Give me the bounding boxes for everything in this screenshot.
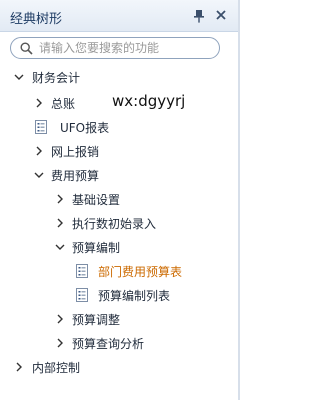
- chevron-right-icon[interactable]: [34, 98, 44, 108]
- chevron-right-icon[interactable]: [55, 338, 65, 348]
- tree-item-ufo-report[interactable]: UFO报表: [0, 116, 240, 138]
- tree-item-budget-query-analysis[interactable]: 预算查询分析: [0, 332, 240, 354]
- tree-item-online-reimbursement[interactable]: 网上报销: [0, 140, 240, 162]
- tree-item-expense-budget[interactable]: 费用预算: [0, 164, 240, 186]
- search-input[interactable]: [39, 39, 214, 57]
- tree-item-label: 网上报销: [51, 145, 100, 159]
- tree-item-label: 执行数初始录入: [72, 217, 157, 231]
- chevron-right-icon[interactable]: [14, 362, 24, 372]
- pin-icon[interactable]: [193, 9, 205, 23]
- search-icon: [20, 42, 33, 55]
- document-icon: [76, 288, 88, 302]
- panel-title: 经典树形: [10, 12, 63, 27]
- tree-item-label: 总账: [51, 97, 76, 111]
- tree-item-finance-accounting[interactable]: 财务会计: [0, 66, 240, 88]
- tree-item-initial-execution-entry[interactable]: 执行数初始录入: [0, 212, 240, 234]
- panel-border: [238, 0, 240, 400]
- tree-item-budget-adjustment[interactable]: 预算调整: [0, 308, 240, 330]
- document-icon: [35, 120, 47, 134]
- tree-item-label: 预算编制: [72, 241, 121, 255]
- tree-item-label: 部门费用预算表: [98, 265, 183, 279]
- tree-item-department-expense-budget[interactable]: 部门费用预算表: [0, 260, 240, 282]
- chevron-right-icon[interactable]: [55, 194, 65, 204]
- tree-item-label: 费用预算: [51, 169, 100, 183]
- chevron-down-icon[interactable]: [55, 242, 65, 252]
- close-icon[interactable]: [215, 9, 227, 21]
- tree-item-label: 基础设置: [72, 193, 121, 207]
- chevron-right-icon[interactable]: [55, 218, 65, 228]
- document-icon: [76, 264, 88, 278]
- panel-titlebar: 经典树形: [0, 0, 240, 32]
- tree-item-basic-settings[interactable]: 基础设置: [0, 188, 240, 210]
- watermark-text: wx:dgyyrj: [112, 92, 186, 110]
- search-box[interactable]: [10, 37, 220, 59]
- tree-item-label: 财务会计: [32, 71, 81, 85]
- tree-item-internal-control[interactable]: 内部控制: [0, 356, 240, 378]
- tree-item-label: 预算编制列表: [98, 289, 171, 303]
- tree-item-budget-preparation[interactable]: 预算编制: [0, 236, 240, 258]
- chevron-down-icon[interactable]: [14, 72, 24, 82]
- chevron-right-icon[interactable]: [34, 146, 44, 156]
- chevron-down-icon[interactable]: [34, 170, 44, 180]
- tree-item-label: 预算调整: [72, 313, 121, 327]
- tree-item-budget-preparation-list[interactable]: 预算编制列表: [0, 284, 240, 306]
- tree-item-label: 内部控制: [32, 361, 81, 375]
- chevron-right-icon[interactable]: [55, 314, 65, 324]
- tree-item-label: UFO报表: [60, 121, 110, 135]
- tree-item-label: 预算查询分析: [72, 337, 145, 351]
